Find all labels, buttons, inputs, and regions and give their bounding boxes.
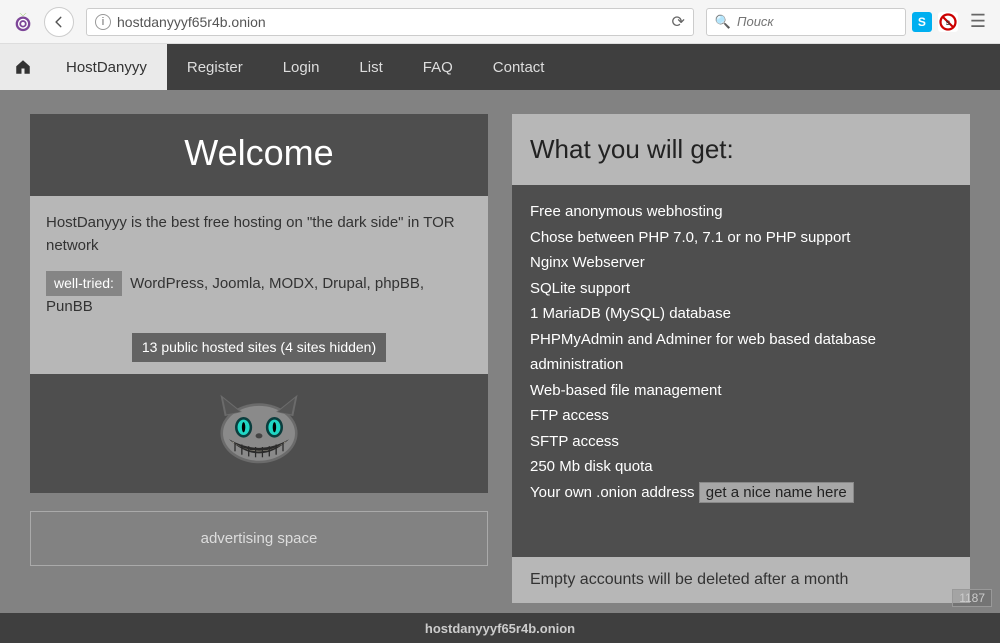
feature-item: SFTP access [530, 429, 952, 455]
main-nav: HostDanyyy Register Login List FAQ Conta… [0, 44, 1000, 90]
home-icon[interactable] [0, 44, 46, 90]
wyg-heading: What you will get: [512, 114, 970, 185]
nav-list[interactable]: List [339, 44, 402, 90]
url-bar[interactable]: i hostdanyyyf65r4b.onion ⟳ [86, 8, 694, 36]
reload-icon[interactable]: ⟳ [671, 12, 684, 32]
site-info-icon[interactable]: i [95, 14, 111, 30]
feature-item: Free anonymous webhosting [530, 199, 952, 225]
nav-brand[interactable]: HostDanyyy [46, 44, 167, 90]
feature-item: PHPMyAdmin and Adminer for web based dat… [530, 327, 952, 378]
nav-login[interactable]: Login [263, 44, 340, 90]
browser-toolbar: i hostdanyyyf65r4b.onion ⟳ 🔍 S S ☰ [0, 0, 1000, 44]
nice-name-link[interactable]: get a nice name here [699, 482, 854, 503]
advertising-space[interactable]: advertising space [30, 511, 488, 566]
well-tried-badge: well-tried: [46, 271, 122, 296]
feature-item: 1 MariaDB (MySQL) database [530, 301, 952, 327]
noscript-extension-icon[interactable]: S [938, 12, 958, 32]
feature-onion: Your own .onion address get a nice name … [530, 480, 952, 506]
welcome-body: HostDanyyy is the best free hosting on "… [30, 196, 488, 374]
content-area: Welcome HostDanyyy is the best free host… [0, 90, 1000, 613]
cheshire-cat-image [30, 374, 488, 493]
nav-register[interactable]: Register [167, 44, 263, 90]
feature-item: Chose between PHP 7.0, 7.1 or no PHP sup… [530, 225, 952, 251]
back-button[interactable] [44, 7, 74, 37]
well-tried-row: well-tried: WordPress, Joomla, MODX, Dru… [46, 271, 472, 319]
search-icon: 🔍 [715, 14, 731, 30]
feature-item: 250 Mb disk quota [530, 454, 952, 480]
skype-extension-icon[interactable]: S [912, 12, 932, 32]
url-text: hostdanyyyf65r4b.onion [117, 14, 665, 30]
intro-text: HostDanyyy is the best free hosting on "… [46, 212, 472, 257]
nav-contact[interactable]: Contact [473, 44, 565, 90]
hosted-sites-text: 13 public hosted sites (4 sites hidden) [132, 333, 386, 362]
own-onion-text: Your own .onion address [530, 484, 695, 501]
feature-item: Web-based file management [530, 378, 952, 404]
features-list: Free anonymous webhosting Chose between … [512, 185, 970, 557]
svg-text:S: S [946, 20, 951, 27]
tor-onion-icon[interactable] [8, 7, 38, 37]
feature-item: Nginx Webserver [530, 250, 952, 276]
empty-accounts-note: Empty accounts will be deleted after a m… [512, 557, 970, 603]
visitor-counter: 1187 [952, 589, 992, 607]
right-column: What you will get: Free anonymous webhos… [512, 114, 970, 603]
search-input[interactable] [737, 14, 897, 29]
nav-faq[interactable]: FAQ [403, 44, 473, 90]
left-column: Welcome HostDanyyy is the best free host… [30, 114, 488, 603]
footer: hostdanyyyf65r4b.onion [0, 613, 1000, 643]
feature-item: SQLite support [530, 276, 952, 302]
feature-item: FTP access [530, 403, 952, 429]
welcome-title: Welcome [30, 114, 488, 196]
hosted-sites-badge: 13 public hosted sites (4 sites hidden) [46, 333, 472, 362]
footer-text: hostdanyyyf65r4b.onion [425, 621, 575, 636]
hamburger-menu-icon[interactable]: ☰ [964, 11, 992, 32]
search-bar[interactable]: 🔍 [706, 8, 906, 36]
